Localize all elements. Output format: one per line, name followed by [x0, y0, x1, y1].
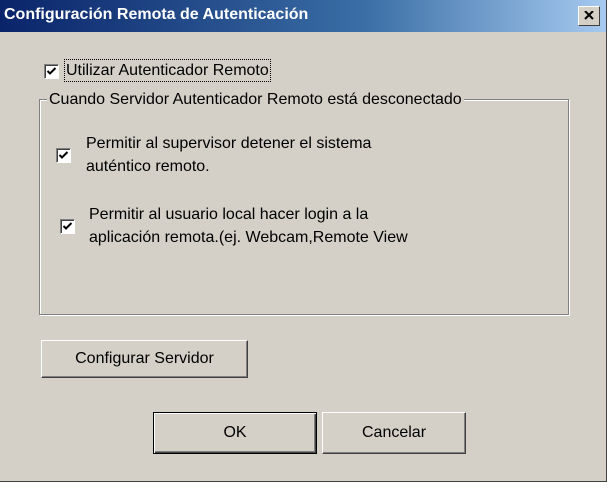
use-remote-checkbox[interactable] — [44, 64, 59, 79]
local-login-label-line1[interactable]: Permitir al usuario local hacer login a … — [89, 204, 368, 225]
checkmark-icon — [62, 222, 73, 230]
close-button[interactable] — [578, 6, 600, 26]
local-login-checkbox[interactable] — [60, 219, 75, 234]
supervisor-stop-label-line2[interactable]: auténtico remoto. — [86, 156, 210, 177]
supervisor-stop-label-line1[interactable]: Permitir al supervisor detener el sistem… — [86, 133, 371, 154]
window-title: Configuración Remota de Autenticación — [4, 6, 309, 23]
groupbox-legend: Cuando Servidor Autenticador Remoto está… — [47, 90, 464, 109]
local-login-label-line2[interactable]: aplicación remota.(ej. Webcam,Remote Vie… — [89, 227, 408, 248]
supervisor-stop-checkbox[interactable] — [56, 148, 71, 163]
use-remote-label[interactable]: Utilizar Autenticador Remoto — [64, 59, 271, 82]
ok-button[interactable]: OK — [153, 412, 317, 454]
auth-config-dialog: Configuración Remota de Autenticación Ut… — [0, 0, 607, 482]
checkmark-icon — [46, 67, 57, 75]
title-bar[interactable]: Configuración Remota de Autenticación — [0, 0, 606, 32]
cancel-button[interactable]: Cancelar — [322, 412, 466, 454]
close-icon — [584, 7, 594, 25]
configure-server-button[interactable]: Configurar Servidor — [41, 340, 248, 378]
checkmark-icon — [58, 151, 69, 159]
